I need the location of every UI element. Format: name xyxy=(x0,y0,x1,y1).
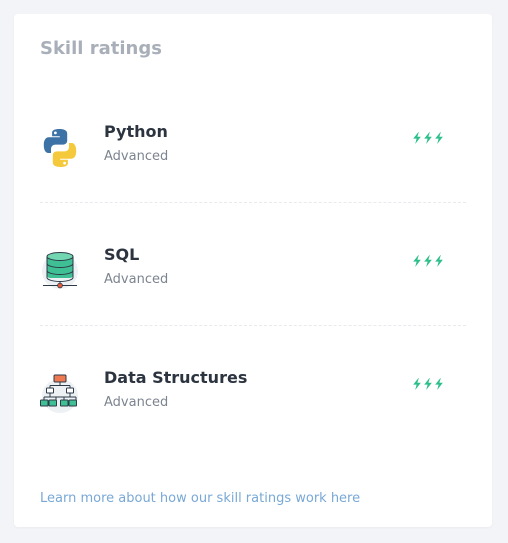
divider xyxy=(40,325,466,326)
skill-level: Advanced xyxy=(104,395,169,410)
rating-bolts xyxy=(412,132,444,144)
database-icon xyxy=(42,252,78,289)
lightning-bolt-icon xyxy=(413,378,421,390)
skill-row-data-structures: Data Structures Advanced xyxy=(40,367,466,427)
skill-row-sql: SQL Advanced xyxy=(40,244,466,304)
divider xyxy=(40,202,466,203)
lightning-bolt-icon xyxy=(424,378,432,390)
lightning-bolt-icon xyxy=(424,255,432,267)
card-title: Skill ratings xyxy=(40,38,162,59)
rating-bolts xyxy=(412,255,444,267)
lightning-bolt-icon xyxy=(424,132,432,144)
python-logo-icon xyxy=(43,129,77,167)
skill-ratings-info-link[interactable]: Learn more about how our skill ratings w… xyxy=(40,490,360,508)
tree-structure-icon xyxy=(40,374,78,413)
skill-name: Python xyxy=(104,122,168,141)
lightning-bolt-icon xyxy=(413,255,421,267)
skill-name: SQL xyxy=(104,245,140,264)
skill-level: Advanced xyxy=(104,272,169,287)
skill-row-python: Python Advanced xyxy=(40,121,466,181)
skill-name: Data Structures xyxy=(104,368,248,387)
skill-level: Advanced xyxy=(104,149,169,164)
rating-bolts xyxy=(412,378,444,390)
lightning-bolt-icon xyxy=(435,378,443,390)
lightning-bolt-icon xyxy=(413,132,421,144)
skill-ratings-card: Skill ratings Python Advanced SQL Advanc… xyxy=(14,14,492,527)
lightning-bolt-icon xyxy=(435,132,443,144)
lightning-bolt-icon xyxy=(435,255,443,267)
